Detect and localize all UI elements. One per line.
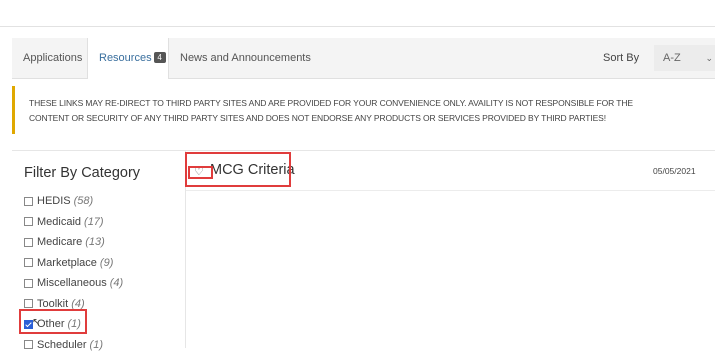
tab-resources-label: Resources [99, 52, 152, 64]
third-party-notice: THESE LINKS MAY RE-DIRECT TO THIRD PARTY… [12, 86, 715, 134]
sort-select-value: A-Z [663, 52, 681, 64]
category-item[interactable]: Medicaid (17) [24, 212, 123, 233]
resource-date: 05/05/2021 [653, 166, 696, 176]
category-count: (4) [71, 298, 84, 310]
category-count: (13) [85, 236, 105, 248]
category-count: (1) [90, 339, 103, 351]
category-label: Marketplace [37, 257, 97, 269]
sort-by-label: Sort By [603, 38, 639, 78]
category-item[interactable]: Marketplace (9) [24, 253, 123, 274]
sort-select[interactable]: A-Z ⌄ [654, 45, 715, 71]
category-count: (9) [100, 257, 113, 269]
tab-news-and-announcements[interactable]: News and Announcements [180, 38, 311, 78]
resource-row-divider [186, 190, 715, 191]
chevron-down-icon: ⌄ [705, 45, 713, 71]
top-bar [0, 0, 715, 27]
tabs-bar: Applications Resources4 News and Announc… [12, 38, 715, 79]
highlight-box-other [19, 309, 87, 334]
category-count: (17) [84, 216, 104, 228]
category-item[interactable]: Medicare (13) [24, 232, 123, 253]
category-item[interactable]: Scheduler (1) [24, 335, 123, 355]
mouse-cursor-icon: ↖ [32, 317, 40, 328]
category-count: (58) [74, 195, 94, 207]
category-label: HEDIS [37, 195, 71, 207]
category-checkbox[interactable] [24, 258, 33, 267]
notice-line-2: CONTENT OR SECURITY OF ANY THIRD PARTY S… [29, 111, 715, 126]
category-checkbox[interactable] [24, 217, 33, 226]
tab-resources[interactable]: Resources4 [87, 38, 169, 79]
content-divider [12, 150, 715, 151]
category-item[interactable]: HEDIS (58) [24, 191, 123, 212]
category-checkbox[interactable] [24, 197, 33, 206]
category-checkbox[interactable] [24, 279, 33, 288]
highlight-box-heart [188, 166, 213, 179]
tab-applications[interactable]: Applications [23, 38, 82, 78]
category-checkbox[interactable] [24, 238, 33, 247]
category-label: Scheduler [37, 339, 87, 351]
category-label: Medicaid [37, 216, 81, 228]
category-label: Toolkit [37, 298, 68, 310]
category-label: Medicare [37, 236, 82, 248]
notice-line-1: THESE LINKS MAY RE-DIRECT TO THIRD PARTY… [29, 96, 715, 111]
tab-applications-label: Applications [23, 52, 82, 64]
category-item[interactable]: Miscellaneous (4) [24, 273, 123, 294]
category-count: (4) [110, 277, 123, 289]
tab-news-label: News and Announcements [180, 52, 311, 64]
category-checkbox[interactable] [24, 299, 33, 308]
filter-title: Filter By Category [24, 165, 140, 181]
category-label: Miscellaneous [37, 277, 107, 289]
resources-count-badge: 4 [154, 52, 166, 63]
